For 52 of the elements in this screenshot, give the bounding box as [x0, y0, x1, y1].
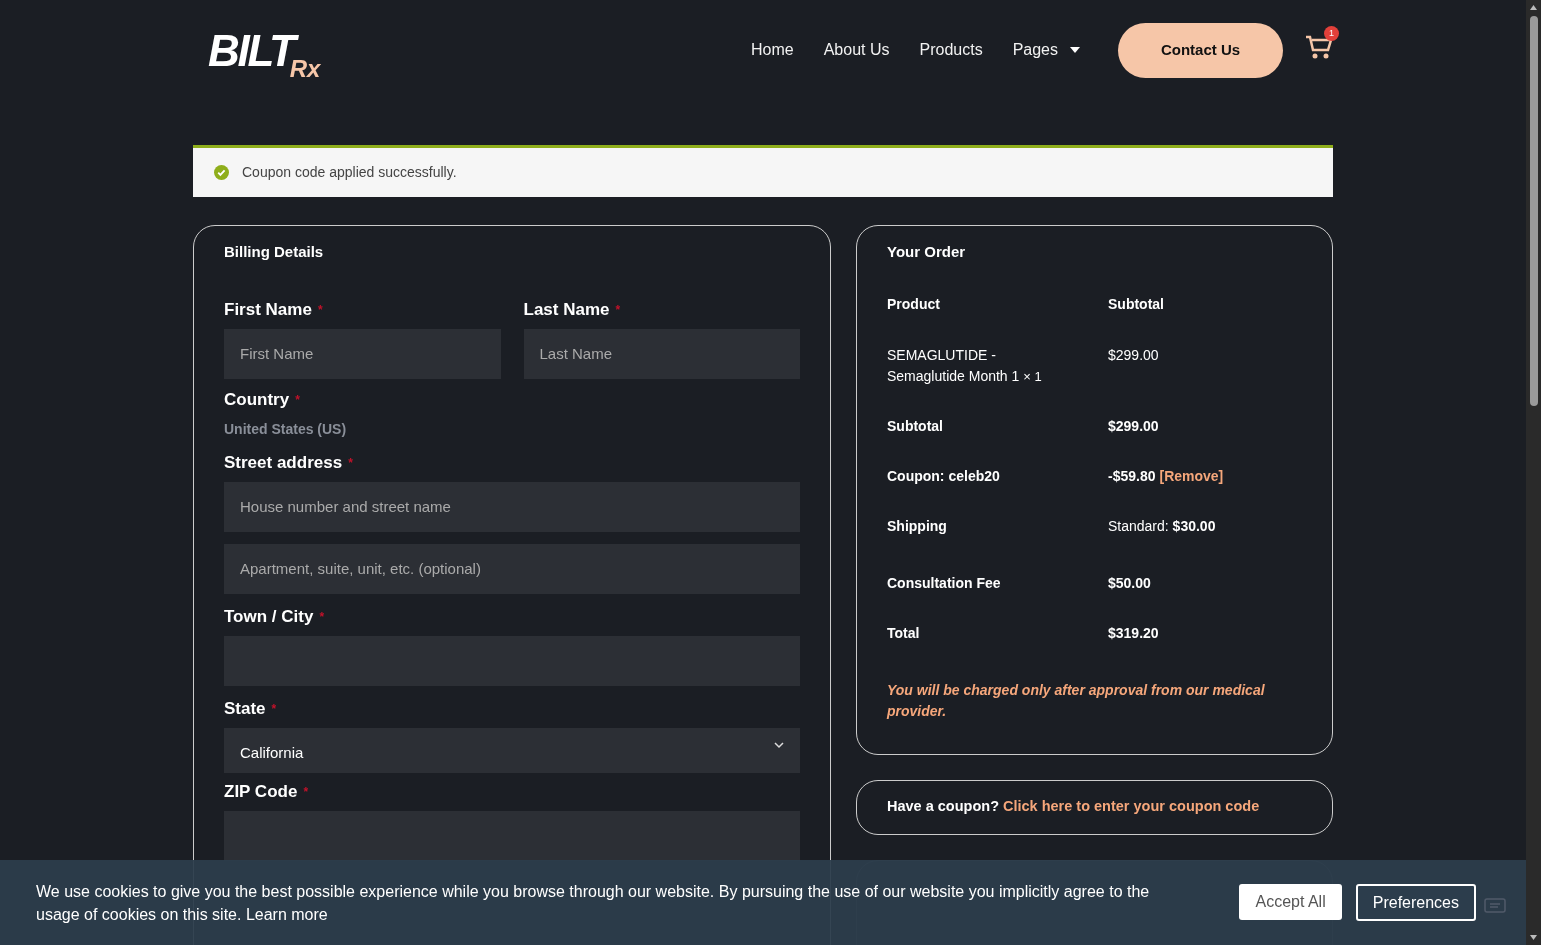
price-text: $299.00: [1108, 416, 1160, 436]
price-text: $319.20: [1108, 623, 1160, 643]
field-label: First Name *: [224, 298, 324, 321]
nav-link[interactable]: Home: [751, 38, 794, 62]
row-label: Subtotal: [887, 416, 944, 436]
nav-link[interactable]: Products: [919, 38, 983, 62]
row-label: Shipping: [887, 516, 948, 536]
row-label: Total: [887, 623, 921, 643]
text-input-field[interactable]: Last Name: [523, 328, 800, 379]
preferences-button[interactable]: Preferences: [1355, 884, 1476, 921]
chevron-down-icon: [774, 741, 784, 749]
row-label: Consultation Fee: [887, 573, 1002, 593]
accept-all-button[interactable]: Accept All: [1239, 884, 1342, 920]
cart-count-badge: 1: [1324, 26, 1339, 41]
scroll-down-icon[interactable]: [1529, 933, 1538, 942]
remove-coupon-link[interactable]: [Remove]: [1159, 465, 1224, 487]
field-label: Town / City *: [224, 605, 326, 628]
field-label: Country *: [224, 388, 301, 411]
section-title: Your Order: [887, 242, 967, 262]
check-circle-icon: [214, 165, 229, 180]
shipping-value: Standard: $30.00: [1108, 516, 1217, 536]
field-label: Last Name *: [523, 298, 622, 321]
field-label: Street address *: [224, 451, 354, 474]
text-input-field[interactable]: House number and street name: [224, 481, 800, 532]
learn-more-link[interactable]: Learn more: [245, 905, 328, 923]
coupon-code-link[interactable]: Click here to enter your coupon code: [1003, 796, 1260, 818]
contact-button[interactable]: Contact Us: [1118, 22, 1283, 78]
state-select[interactable]: California: [224, 727, 800, 773]
text-input-field[interactable]: First Name: [224, 328, 501, 379]
coupon-prompt-text: Have a coupon?: [887, 797, 999, 817]
scrollbar-thumb[interactable]: [1529, 16, 1538, 406]
product-name: SEMAGLUTIDE - Semaglutide Month 1 × 1: [887, 345, 1043, 386]
notice-text: Coupon code applied successfully.: [242, 163, 457, 182]
scroll-up-icon[interactable]: [1529, 3, 1538, 12]
row-label: Coupon: celeb20: [887, 466, 1001, 486]
field-label: State *: [224, 697, 278, 720]
field-label: ZIP Code *: [224, 780, 310, 803]
price-text: $50.00: [1108, 573, 1152, 593]
section-title: Billing Details: [224, 242, 325, 262]
discount-amount: -$59.80: [1108, 466, 1156, 486]
nav-link[interactable]: Pages: [1012, 38, 1080, 62]
text-input-field[interactable]: Apartment, suite, unit, etc. (optional): [224, 543, 800, 594]
approval-note: You will be charged only after approval from our medical provider.: [887, 680, 1266, 721]
column-header: Subtotal: [1108, 294, 1165, 314]
text-input-field[interactable]: [224, 810, 800, 861]
cookie-notice-text: We use cookies to give you the best possible experience while you browse through our website. By pursuing the use of our website you implicitly agree to the usage of cookies on this site. Learn more: [36, 881, 1151, 925]
column-header: Product: [887, 294, 941, 314]
country-value: United States (US): [224, 419, 348, 439]
price-text: $299.00: [1108, 345, 1160, 365]
cart-icon[interactable]: [1305, 34, 1333, 60]
scrollbar[interactable]: [1526, 0, 1541, 945]
nav-link[interactable]: About Us: [823, 38, 890, 62]
